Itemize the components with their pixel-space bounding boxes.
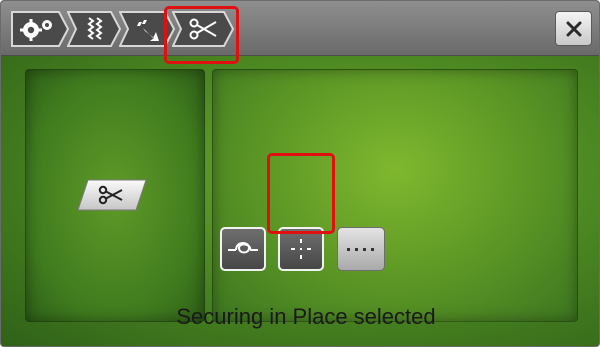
breadcrumb-sewing[interactable]	[119, 10, 177, 48]
breadcrumb-bar	[1, 1, 599, 56]
cut-thread-button[interactable]	[76, 179, 148, 211]
knot-icon	[228, 242, 258, 254]
breadcrumb-settings[interactable]	[9, 10, 71, 48]
securing-in-place-icon	[291, 239, 311, 259]
option-knot[interactable]	[220, 227, 266, 271]
option-securing-in-place[interactable]	[278, 227, 324, 271]
app-window: Securing in Place selected	[0, 0, 600, 347]
close-icon	[566, 21, 581, 36]
option-dotted-line[interactable]	[337, 227, 385, 271]
breadcrumb-cut[interactable]	[172, 10, 236, 48]
content-area: Securing in Place selected	[1, 56, 599, 346]
status-text: Securing in Place selected	[176, 304, 436, 329]
dotted-line-icon	[347, 248, 374, 251]
breadcrumb-stitch[interactable]	[67, 10, 123, 48]
close-button[interactable]	[555, 11, 592, 46]
securing-options-panel	[212, 69, 578, 322]
